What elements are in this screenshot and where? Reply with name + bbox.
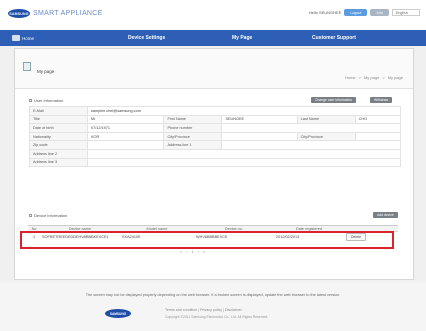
withdraw-button[interactable]: Withdraw [370, 97, 393, 103]
address-line3-label: Address line 3 [29, 157, 88, 168]
user-greeting: Hello SEUNGHEE [308, 10, 342, 15]
zip-value [86, 140, 165, 150]
pager-prev[interactable]: ‹ [186, 249, 187, 254]
title-label: Title [29, 114, 88, 125]
pager-first[interactable]: « [180, 249, 182, 254]
user-section-title: User information [29, 98, 63, 103]
change-user-info-button[interactable]: Change user information [311, 97, 357, 103]
user-info-table: E-Mail samplee.chel@samsung.com Title Mr… [29, 106, 402, 168]
address-line2-value [87, 148, 401, 159]
city-province-label-2: City/Province [296, 131, 356, 142]
first-name-value: SEUNGEE [221, 114, 298, 125]
address-line1-value [221, 140, 401, 150]
pager-last[interactable]: » [203, 249, 205, 254]
page-header: My page Home > My page > My page [15, 49, 413, 89]
app-logo[interactable]: SAMSUNG SMART APPLIANCE [8, 8, 103, 19]
title-value: Mr [86, 114, 165, 125]
breadcrumb: Home > My page > My page [344, 75, 403, 80]
nav-my-page[interactable]: My Page [232, 35, 252, 41]
breadcrumb-home[interactable]: Home [345, 75, 356, 80]
breadcrumb-mypage[interactable]: My page [364, 75, 379, 80]
city-province-value [221, 131, 298, 142]
app-name: SMART APPLIANCE [33, 10, 103, 17]
section-bullet-icon [29, 99, 32, 102]
phone-value [221, 123, 401, 133]
dob-label: Date of birth [29, 123, 88, 133]
nationality-label: Nationality [29, 131, 88, 142]
pagination: « ‹ 1 › » [180, 249, 205, 254]
last-name-value: CHO [354, 114, 402, 125]
logout-button[interactable]: Logout [344, 9, 368, 16]
add-device-button[interactable]: Add device [373, 212, 398, 218]
language-select[interactable]: English [392, 9, 420, 16]
selected-row-highlight [20, 231, 394, 249]
email-value: samplee.chel@samsung.com [87, 106, 401, 116]
browser-notice: The screen may not be displayed properly… [85, 293, 341, 297]
address-line2-label: Address line 2 [29, 148, 88, 159]
device-section-title: Device information [29, 213, 67, 218]
address-line3-value [87, 157, 401, 168]
zip-label: Zip code [29, 140, 88, 150]
section-bullet-icon [29, 214, 32, 217]
join-button[interactable]: Join [370, 9, 389, 16]
last-name-label: Last Name [296, 114, 356, 125]
address-line1-label: Address line 1 [163, 140, 223, 150]
user-area: Hello SEUNGHEE Logout Join English [309, 9, 420, 16]
breadcrumb-current: My page [387, 75, 403, 80]
pager-page-1[interactable]: 1 [192, 249, 194, 254]
pager-next[interactable]: › [198, 249, 199, 254]
top-bar: SAMSUNG SMART APPLIANCE Hello SEUNGHEE L… [0, 0, 426, 30]
page-title: My page [37, 69, 55, 74]
nav-customer-support[interactable]: Customer Support [312, 35, 356, 41]
first-name-label: First Name [163, 114, 223, 125]
copyright: Copyright ©2011 Samsung Electronics Co.,… [165, 315, 269, 319]
city-province-value-2 [354, 131, 402, 142]
footer-samsung-logo: SAMSUNG [105, 309, 131, 318]
samsung-logo: SAMSUNG [8, 9, 30, 18]
nav-home[interactable]: Home [11, 34, 34, 41]
email-label: E-Mail [29, 106, 88, 116]
page-icon [23, 62, 31, 71]
dob-value: 07/12/1971 [86, 123, 165, 133]
phone-label: Phone number [163, 123, 223, 133]
city-province-label: City/Province [163, 131, 223, 142]
footer: The screen may not be displayed properly… [0, 282, 426, 331]
footer-links[interactable]: Terms and condition | Privacy policy | D… [165, 308, 242, 312]
nationality-value: KOR [86, 131, 165, 142]
